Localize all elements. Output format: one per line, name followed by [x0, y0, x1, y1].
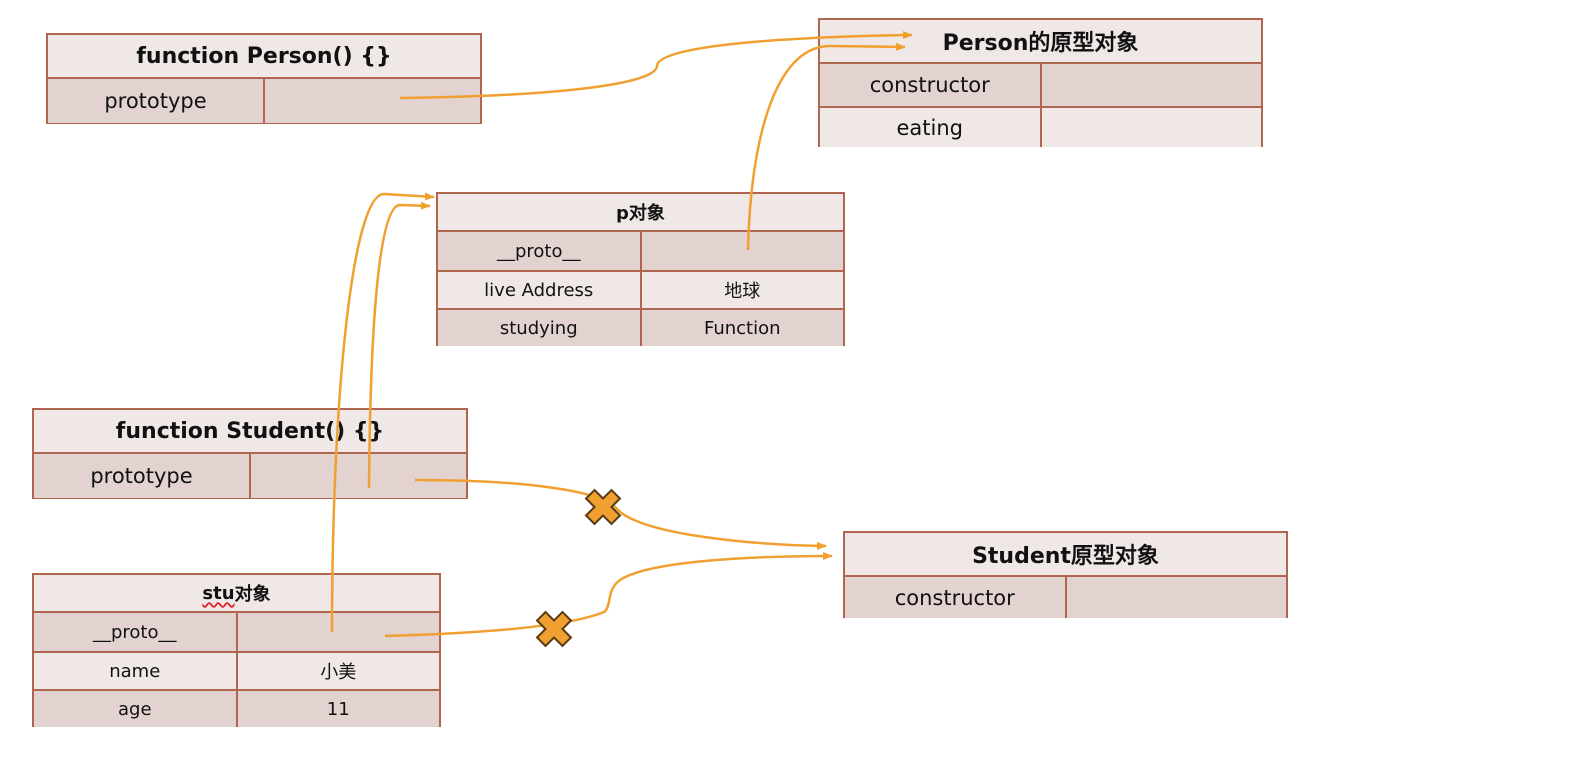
student-prototype-object-title: Student原型对象: [845, 533, 1286, 577]
person-prototype-label: prototype: [104, 89, 207, 113]
p-proto-label: __proto__: [496, 240, 581, 262]
person-prototype-object-title: Person的原型对象: [820, 20, 1261, 64]
stu-age-value: 11: [235, 691, 440, 727]
person-function-title: function Person() {}: [48, 35, 480, 79]
student-prototype-label: prototype: [90, 464, 193, 488]
stu-object-title: stu 对象: [34, 575, 439, 613]
x-cross-icon: [584, 488, 622, 526]
student-prototype-value: [249, 454, 466, 498]
person-proto-eating-label: eating: [896, 115, 964, 140]
student-prototype-object-box: Student原型对象 constructor: [843, 531, 1288, 618]
person-proto-constructor-label: constructor: [869, 73, 990, 97]
student-function-title: function Student() {}: [34, 410, 466, 454]
stu-age-label: age: [117, 698, 152, 720]
stu-proto-value: [235, 613, 440, 651]
student-proto-constructor-value: [1064, 577, 1287, 618]
student-proto-constructor-label: constructor: [894, 585, 1015, 610]
stu-title-suffix: 对象: [234, 584, 271, 605]
p-studying-value: Function: [639, 310, 844, 346]
stu-proto-label: __proto__: [92, 621, 177, 643]
p-object-title: p对象: [438, 194, 843, 232]
person-function-box: function Person() {} prototype: [46, 33, 482, 124]
student-function-box: function Student() {} prototype: [32, 408, 468, 499]
p-object-box: p对象 __proto__ live Address 地球 studying F…: [436, 192, 845, 346]
x-cross-icon: [535, 610, 573, 648]
stu-name-label: name: [109, 660, 161, 682]
p-address-label: live Address: [484, 279, 594, 301]
person-prototype-object-box: Person的原型对象 constructor eating: [818, 18, 1263, 147]
person-proto-constructor-value: [1039, 64, 1262, 106]
p-studying-label: studying: [499, 317, 578, 339]
arrow-stu-proto-broken: [384, 552, 833, 638]
stu-object-box: stu 对象 __proto__ name 小美 age 11: [32, 573, 441, 727]
stu-title-prefix: stu: [202, 582, 235, 604]
p-address-value: 地球: [639, 272, 844, 308]
person-prototype-value: [263, 79, 480, 123]
person-proto-eating-value: [1039, 108, 1262, 147]
p-proto-value: [639, 232, 844, 270]
stu-name-value: 小美: [235, 653, 440, 689]
arrow-student-prototype-broken: [414, 478, 827, 550]
